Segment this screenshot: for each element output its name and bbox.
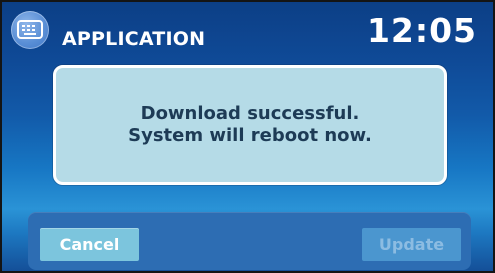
- header-bar: APPLICATION 12:05: [2, 2, 493, 62]
- bottom-button-bar: Cancel Update: [28, 212, 471, 270]
- keyboard-icon-glyph: [17, 20, 43, 39]
- update-button[interactable]: Update: [362, 228, 461, 261]
- dialog-message-line-2: System will reboot now.: [128, 125, 372, 146]
- download-status-dialog: Download successful. System will reboot …: [53, 65, 447, 185]
- app-title: APPLICATION: [62, 28, 206, 50]
- dialog-message-line-1: Download successful.: [140, 103, 360, 124]
- keyboard-icon: [11, 11, 49, 49]
- app-screen: APPLICATION 12:05 Download successful. S…: [0, 0, 495, 273]
- clock: 12:05: [366, 11, 477, 50]
- cancel-button[interactable]: Cancel: [40, 228, 139, 261]
